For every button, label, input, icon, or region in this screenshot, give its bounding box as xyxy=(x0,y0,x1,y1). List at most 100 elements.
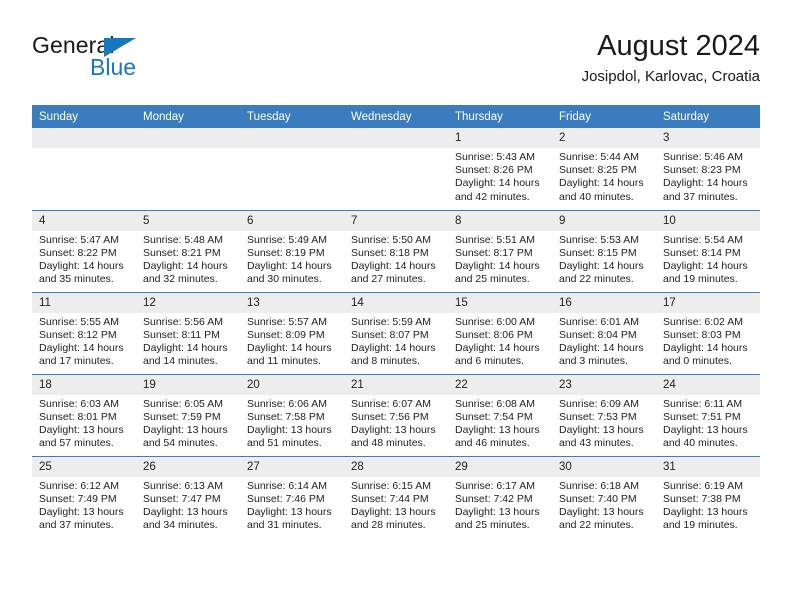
sunrise-text: Sunrise: 6:11 AM xyxy=(663,397,743,410)
calendar-cell-day[interactable]: 12 Sunrise: 5:56 AM Sunset: 8:11 PM Dayligh… xyxy=(136,291,240,374)
page-header: General Blue August 2024 Josipdol, Karlo… xyxy=(32,28,760,96)
page-subtitle: Josipdol, Karlovac, Croatia xyxy=(581,68,760,85)
calendar-cell-day[interactable]: 3 Sunrise: 5:46 AM Sunset: 8:23 PM Daylight… xyxy=(656,128,760,210)
day-details: Sunrise: 6:03 AM Sunset: 8:01 PM Daylight:… xyxy=(32,395,136,451)
day-details: Sunrise: 5:50 AM Sunset: 8:18 PM Daylight:… xyxy=(344,231,448,287)
weekday-header-wednesday: Wednesday xyxy=(344,105,448,128)
sunrise-text: Sunrise: 6:18 AM xyxy=(559,479,639,492)
daylight-text-line2: and 30 minutes. xyxy=(247,273,322,286)
calendar-cell-day[interactable]: 25 Sunrise: 6:12 AM Sunset: 7:49 PM Dayligh… xyxy=(32,455,136,538)
calendar-cell-day[interactable]: 16 Sunrise: 6:01 AM Sunset: 8:04 PM Dayligh… xyxy=(552,291,656,374)
daylight-text-line2: and 46 minutes. xyxy=(455,437,530,450)
calendar-cell-day[interactable]: 11 Sunrise: 5:55 AM Sunset: 8:12 PM Dayligh… xyxy=(32,291,136,374)
daylight-text-line2: and 28 minutes. xyxy=(351,519,426,532)
day-details: Sunrise: 5:48 AM Sunset: 8:21 PM Daylight:… xyxy=(136,231,240,287)
sunset-text: Sunset: 7:58 PM xyxy=(247,410,325,423)
sunset-text: Sunset: 7:53 PM xyxy=(559,410,637,423)
calendar-cell-day[interactable]: 5 Sunrise: 5:48 AM Sunset: 8:21 PM Daylight… xyxy=(136,209,240,292)
sunset-text: Sunset: 8:19 PM xyxy=(247,246,325,259)
daylight-text-line1: Daylight: 14 hours xyxy=(455,341,540,354)
calendar-cell-day[interactable]: 6 Sunrise: 5:49 AM Sunset: 8:19 PM Daylight… xyxy=(240,209,344,292)
calendar-cell-day[interactable]: 1 Sunrise: 5:43 AM Sunset: 8:26 PM Daylight… xyxy=(448,128,552,210)
sunset-text: Sunset: 8:06 PM xyxy=(455,328,533,341)
daylight-text-line2: and 14 minutes. xyxy=(143,355,218,368)
daylight-text-line2: and 32 minutes. xyxy=(143,273,218,286)
daylight-text-line1: Daylight: 14 hours xyxy=(663,259,748,272)
daylight-text-line1: Daylight: 14 hours xyxy=(455,259,540,272)
day-number: 3 xyxy=(656,128,760,148)
daylight-text-line1: Daylight: 13 hours xyxy=(247,423,332,436)
calendar-week-row: 18 Sunrise: 6:03 AM Sunset: 8:01 PM Dayligh… xyxy=(32,373,760,456)
calendar-cell-empty xyxy=(240,128,344,210)
calendar-week-row: 1 Sunrise: 5:43 AM Sunset: 8:26 PM Daylight… xyxy=(32,128,760,210)
calendar-cell-day[interactable]: 21 Sunrise: 6:07 AM Sunset: 7:56 PM Dayligh… xyxy=(344,373,448,456)
day-details: Sunrise: 5:49 AM Sunset: 8:19 PM Daylight:… xyxy=(240,231,344,287)
daylight-text-line1: Daylight: 14 hours xyxy=(143,341,228,354)
sunset-text: Sunset: 8:14 PM xyxy=(663,246,741,259)
daylight-text-line2: and 22 minutes. xyxy=(559,273,634,286)
day-details: Sunrise: 6:15 AM Sunset: 7:44 PM Daylight:… xyxy=(344,477,448,533)
calendar-cell-day[interactable]: 13 Sunrise: 5:57 AM Sunset: 8:09 PM Dayligh… xyxy=(240,291,344,374)
day-details: Sunrise: 6:06 AM Sunset: 7:58 PM Daylight:… xyxy=(240,395,344,451)
calendar-cell-day[interactable]: 18 Sunrise: 6:03 AM Sunset: 8:01 PM Dayligh… xyxy=(32,373,136,456)
day-details: Sunrise: 6:17 AM Sunset: 7:42 PM Daylight:… xyxy=(448,477,552,533)
day-details: Sunrise: 5:51 AM Sunset: 8:17 PM Daylight:… xyxy=(448,231,552,287)
weekday-header-sunday: Sunday xyxy=(32,105,136,128)
calendar-cell-day[interactable]: 22 Sunrise: 6:08 AM Sunset: 7:54 PM Dayligh… xyxy=(448,373,552,456)
general-blue-logo[interactable]: General Blue xyxy=(32,32,262,88)
sunset-text: Sunset: 7:54 PM xyxy=(455,410,533,423)
sunset-text: Sunset: 8:11 PM xyxy=(143,328,220,341)
daylight-text-line2: and 54 minutes. xyxy=(143,437,218,450)
calendar-cell-day[interactable]: 20 Sunrise: 6:06 AM Sunset: 7:58 PM Dayligh… xyxy=(240,373,344,456)
day-number: 5 xyxy=(136,210,240,231)
calendar-cell-day[interactable]: 15 Sunrise: 6:00 AM Sunset: 8:06 PM Dayligh… xyxy=(448,291,552,374)
daylight-text-line2: and 11 minutes. xyxy=(247,355,321,368)
calendar-cell-day[interactable]: 7 Sunrise: 5:50 AM Sunset: 8:18 PM Daylight… xyxy=(344,209,448,292)
day-number: 10 xyxy=(656,210,760,231)
daylight-text-line2: and 57 minutes. xyxy=(39,437,114,450)
page-title: August 2024 xyxy=(597,30,760,62)
daylight-text-line2: and 37 minutes. xyxy=(39,519,114,532)
calendar-cell-day[interactable]: 9 Sunrise: 5:53 AM Sunset: 8:15 PM Daylight… xyxy=(552,209,656,292)
day-number: 17 xyxy=(656,292,760,313)
day-number: 22 xyxy=(448,374,552,395)
day-number: 19 xyxy=(136,374,240,395)
calendar-cell-day[interactable]: 31 Sunrise: 6:19 AM Sunset: 7:38 PM Dayligh… xyxy=(656,455,760,538)
sunrise-text: Sunrise: 6:07 AM xyxy=(351,397,431,410)
day-number: 8 xyxy=(448,210,552,231)
day-number: 23 xyxy=(552,374,656,395)
sunset-text: Sunset: 8:22 PM xyxy=(39,246,117,259)
calendar-cell-day[interactable]: 4 Sunrise: 5:47 AM Sunset: 8:22 PM Daylight… xyxy=(32,209,136,292)
calendar-cell-day[interactable]: 14 Sunrise: 5:59 AM Sunset: 8:07 PM Dayligh… xyxy=(344,291,448,374)
calendar-cell-day[interactable]: 19 Sunrise: 6:05 AM Sunset: 7:59 PM Dayligh… xyxy=(136,373,240,456)
daylight-text-line2: and 51 minutes. xyxy=(247,437,322,450)
sunset-text: Sunset: 7:46 PM xyxy=(247,492,325,505)
day-number xyxy=(136,128,240,148)
daylight-text-line2: and 0 minutes. xyxy=(663,355,732,368)
day-details: Sunrise: 5:53 AM Sunset: 8:15 PM Daylight:… xyxy=(552,231,656,287)
daylight-text-line1: Daylight: 13 hours xyxy=(455,505,540,518)
calendar-cell-day[interactable]: 2 Sunrise: 5:44 AM Sunset: 8:25 PM Daylight… xyxy=(552,128,656,210)
calendar-cell-day[interactable]: 17 Sunrise: 6:02 AM Sunset: 8:03 PM Dayligh… xyxy=(656,291,760,374)
daylight-text-line1: Daylight: 14 hours xyxy=(559,259,644,272)
daylight-text-line1: Daylight: 14 hours xyxy=(663,341,748,354)
calendar-cell-day[interactable]: 27 Sunrise: 6:14 AM Sunset: 7:46 PM Dayligh… xyxy=(240,455,344,538)
calendar-cell-day[interactable]: 26 Sunrise: 6:13 AM Sunset: 7:47 PM Dayligh… xyxy=(136,455,240,538)
calendar-cell-day[interactable]: 10 Sunrise: 5:54 AM Sunset: 8:14 PM Dayligh… xyxy=(656,209,760,292)
calendar-cell-day[interactable]: 28 Sunrise: 6:15 AM Sunset: 7:44 PM Dayligh… xyxy=(344,455,448,538)
daylight-text-line2: and 8 minutes. xyxy=(351,355,420,368)
weekday-header-monday: Monday xyxy=(136,105,240,128)
calendar-cell-day[interactable]: 30 Sunrise: 6:18 AM Sunset: 7:40 PM Dayligh… xyxy=(552,455,656,538)
calendar-cell-day[interactable]: 23 Sunrise: 6:09 AM Sunset: 7:53 PM Dayligh… xyxy=(552,373,656,456)
calendar-cell-day[interactable]: 8 Sunrise: 5:51 AM Sunset: 8:17 PM Daylight… xyxy=(448,209,552,292)
daylight-text-line1: Daylight: 13 hours xyxy=(351,423,436,436)
calendar-cell-day[interactable]: 29 Sunrise: 6:17 AM Sunset: 7:42 PM Dayligh… xyxy=(448,455,552,538)
calendar-cell-day[interactable]: 24 Sunrise: 6:11 AM Sunset: 7:51 PM Dayligh… xyxy=(656,373,760,456)
daylight-text-line1: Daylight: 13 hours xyxy=(247,505,332,518)
day-number xyxy=(240,128,344,148)
calendar-week-row: 25 Sunrise: 6:12 AM Sunset: 7:49 PM Dayligh… xyxy=(32,455,760,538)
day-number: 14 xyxy=(344,292,448,313)
day-details: Sunrise: 6:19 AM Sunset: 7:38 PM Daylight:… xyxy=(656,477,760,533)
daylight-text-line1: Daylight: 13 hours xyxy=(559,505,644,518)
weekday-header-tuesday: Tuesday xyxy=(240,105,344,128)
